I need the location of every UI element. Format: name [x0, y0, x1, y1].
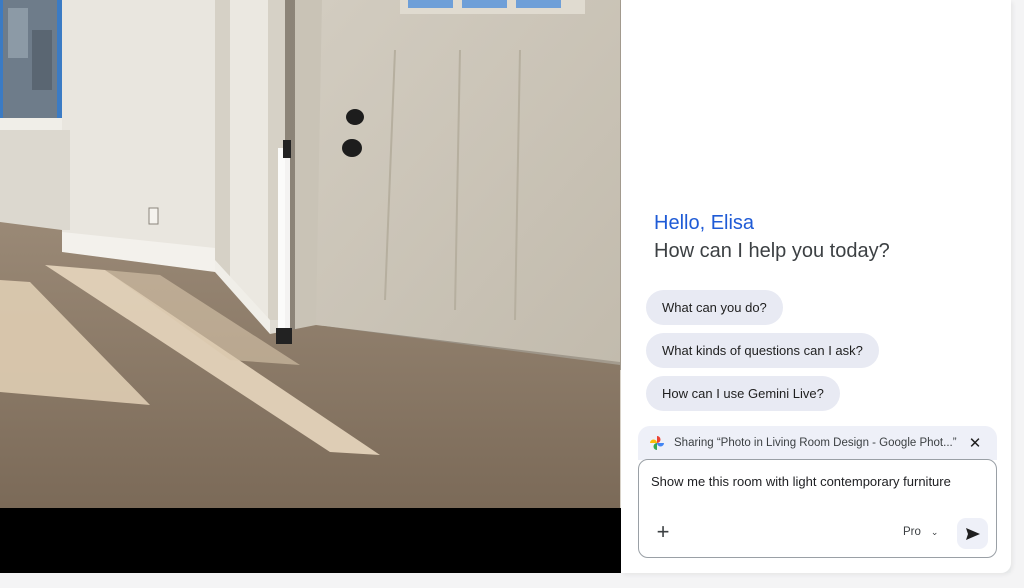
sharing-text: Sharing “Photo in Living Room Design - G… [674, 437, 957, 449]
chevron-down-icon: ⌄ [930, 526, 939, 537]
shared-photo [0, 0, 621, 573]
photo-letterbox [0, 508, 621, 573]
send-button[interactable] [957, 518, 988, 549]
suggestion-chip[interactable]: What kinds of questions can I ask? [646, 333, 879, 368]
room-photo-illustration [0, 0, 621, 508]
model-selector[interactable]: Pro ⌄ [903, 526, 938, 538]
suggestion-chip[interactable]: How can I use Gemini Live? [646, 376, 840, 411]
gemini-side-panel: Hello, Elisa How can I help you today? W… [621, 0, 1011, 573]
google-photos-icon [650, 436, 664, 450]
greeting: Hello, Elisa How can I help you today? [654, 210, 890, 266]
close-icon[interactable]: ✕ [965, 434, 985, 452]
model-label: Pro [903, 526, 921, 538]
window-bottom-edge [0, 573, 1024, 588]
window-right-edge [1011, 0, 1024, 588]
suggestion-chip[interactable]: What can you do? [646, 290, 783, 325]
greeting-hello: Hello, Elisa [654, 212, 755, 234]
greeting-help: How can I help you today? [654, 240, 890, 262]
add-attachment-icon[interactable]: + [653, 521, 673, 543]
prompt-input-box[interactable]: Show me this room with light contemporar… [638, 459, 997, 558]
sharing-bar: Sharing “Photo in Living Room Design - G… [638, 426, 997, 460]
send-icon [965, 527, 980, 540]
prompt-input[interactable]: Show me this room with light contemporar… [651, 474, 971, 490]
